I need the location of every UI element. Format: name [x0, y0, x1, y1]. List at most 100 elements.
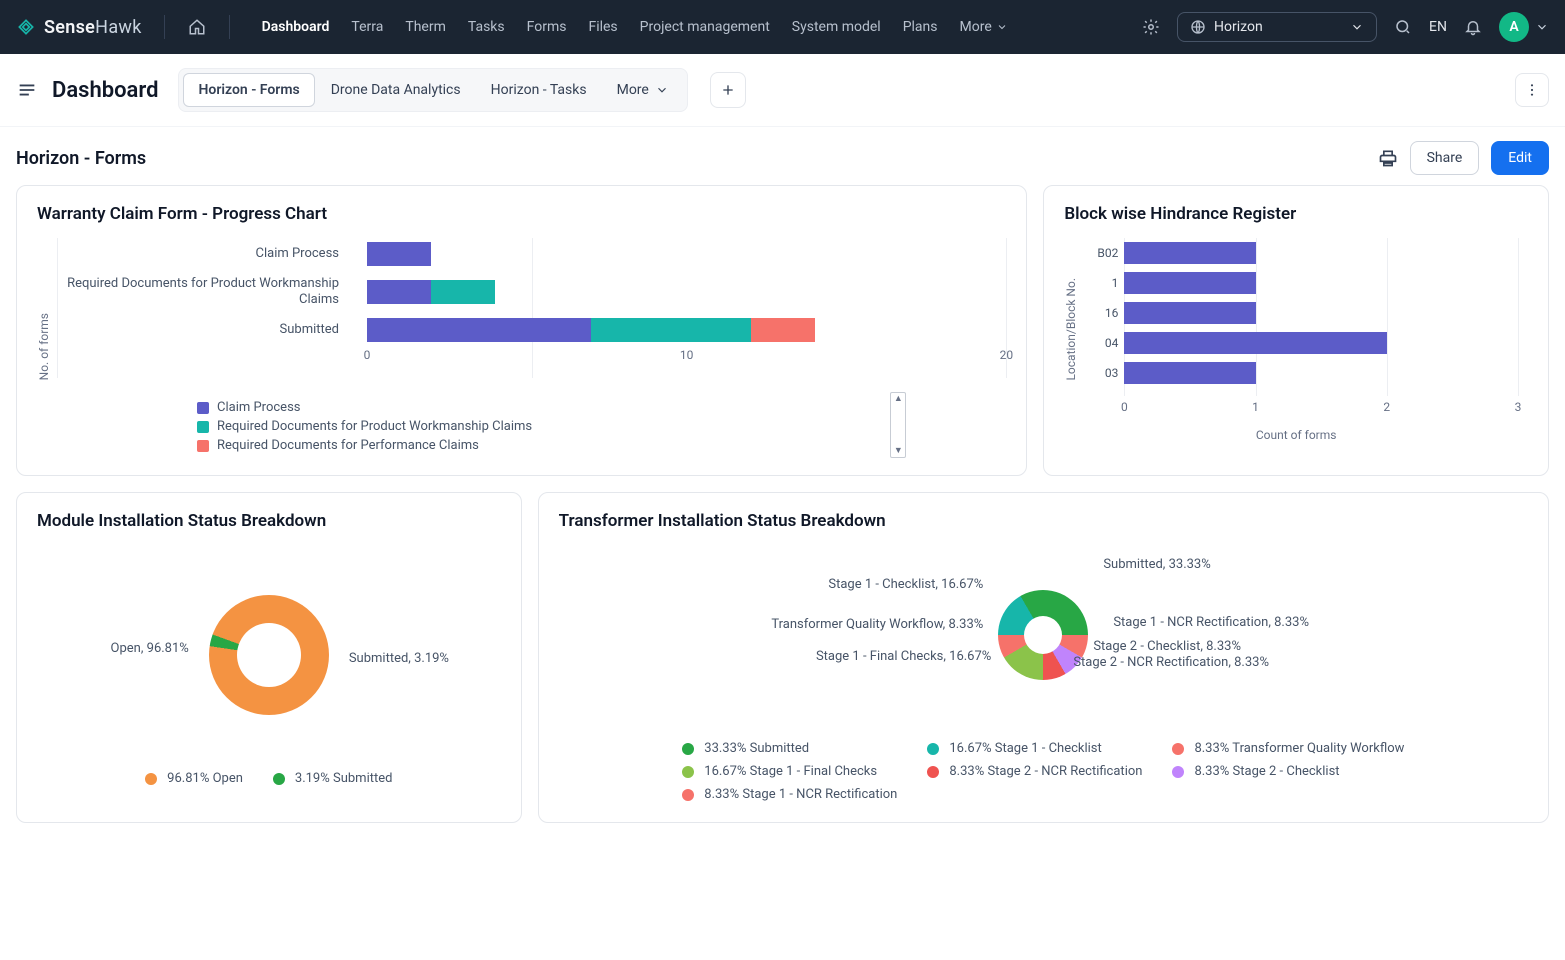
chart-bar-segment — [751, 318, 815, 342]
chart-bar — [1124, 242, 1255, 264]
plus-icon — [720, 82, 736, 98]
legend-swatch — [273, 773, 285, 785]
chart-bar — [1124, 362, 1255, 384]
nav-item-terra[interactable]: Terra — [351, 19, 383, 35]
chart-annotation: Stage 1 - Checklist, 16.67% — [828, 577, 983, 592]
edit-button[interactable]: Edit — [1491, 141, 1549, 175]
chart-category-label: B02 — [1090, 242, 1118, 264]
chart-category-label: 16 — [1090, 302, 1118, 324]
chart-block: Location/Block No. B021160403 0123 Count… — [1064, 238, 1528, 448]
chart-x-tick: 2 — [1383, 400, 1390, 414]
chart-annotation: Stage 1 - Final Checks, 16.67% — [816, 649, 991, 664]
search-icon[interactable] — [1393, 17, 1413, 37]
chart-category-label: 1 — [1090, 272, 1118, 294]
legend-item: Required Documents for Product Workmansh… — [197, 417, 1006, 436]
chart-module: Submitted, 3.19% Open, 96.81% — [37, 545, 501, 765]
divider — [229, 15, 230, 39]
legend-item: Required Documents for Performance Claim… — [197, 436, 1006, 455]
more-options-button[interactable] — [1515, 73, 1549, 107]
chevron-down-icon — [996, 21, 1008, 33]
chart-bar-segment — [367, 242, 431, 266]
chart-legend: 96.81% Open 3.19% Submitted — [37, 771, 501, 786]
nav-item-project-management[interactable]: Project management — [640, 19, 770, 35]
language-label[interactable]: EN — [1429, 19, 1447, 35]
share-button[interactable]: Share — [1410, 141, 1480, 175]
chart-warranty: No. of forms Claim Process Required Docum… — [37, 238, 1006, 455]
chart-bar-segment — [591, 318, 751, 342]
chart-legend: 33.33% Submitted 16.67% Stage 1 - Checkli… — [682, 741, 1404, 802]
chart-x-tick: 3 — [1515, 400, 1522, 414]
chart-transformer: Submitted, 33.33% Stage 1 - Checklist, 1… — [559, 545, 1528, 725]
dashboard-heading: Horizon - Forms — [16, 148, 146, 169]
legend-item: 8.33% Stage 2 - Checklist — [1172, 764, 1404, 779]
nav-items: Dashboard Terra Therm Tasks Forms Files … — [262, 19, 1008, 35]
chart-annotation: Submitted, 33.33% — [1103, 557, 1210, 572]
top-nav: SenseHawk Dashboard Terra Therm Tasks Fo… — [0, 0, 1565, 54]
chevron-down-icon — [655, 83, 669, 97]
legend-item: 8.33% Transformer Quality Workflow — [1172, 741, 1404, 756]
chart-annotation-submitted: Submitted, 3.19% — [349, 651, 449, 666]
add-dashboard-button[interactable] — [710, 72, 746, 108]
chart-bar-segment — [367, 318, 591, 342]
legend-item: 8.33% Stage 1 - NCR Rectification — [682, 787, 897, 802]
legend-scrollbar[interactable]: ▲▼ — [890, 392, 906, 458]
brand[interactable]: SenseHawk — [16, 17, 142, 38]
chart-category-label: Required Documents for Product Workmansh… — [57, 276, 353, 307]
nav-item-therm[interactable]: Therm — [405, 19, 446, 35]
chart-x-axis-label: Count of forms — [1064, 428, 1528, 442]
chart-x-tick: 0 — [1121, 400, 1128, 414]
chart-annotation-open: Open, 96.81% — [111, 641, 189, 656]
notifications-icon[interactable] — [1463, 17, 1483, 37]
chart-annotation: Stage 2 - NCR Rectification, 8.33% — [1073, 655, 1269, 670]
scroll-up-icon[interactable]: ▲ — [894, 393, 903, 405]
donut-chart — [209, 595, 329, 715]
card-block-hindrance: Block wise Hindrance Register Location/B… — [1043, 185, 1549, 476]
card-row-1: Warranty Claim Form - Progress Chart No.… — [0, 185, 1565, 492]
menu-icon[interactable] — [16, 79, 38, 101]
card-row-2: Module Installation Status Breakdown Sub… — [0, 492, 1565, 847]
tab-more[interactable]: More — [603, 74, 683, 106]
scroll-down-icon[interactable]: ▼ — [894, 445, 903, 457]
asset-selector-label: Horizon — [1214, 19, 1263, 35]
nav-item-files[interactable]: Files — [588, 19, 617, 35]
settings-icon[interactable] — [1141, 17, 1161, 37]
legend-item: 16.67% Stage 1 - Checklist — [927, 741, 1142, 756]
page-title: Dashboard — [52, 78, 158, 103]
tab-horizon-forms[interactable]: Horizon - Forms — [183, 73, 314, 107]
legend-item: 33.33% Submitted — [682, 741, 897, 756]
kebab-icon — [1524, 82, 1540, 98]
legend-swatch — [145, 773, 157, 785]
nav-item-dashboard[interactable]: Dashboard — [262, 19, 330, 35]
nav-item-forms[interactable]: Forms — [527, 19, 567, 35]
nav-item-more[interactable]: More — [960, 19, 1008, 35]
chart-annotation: Transformer Quality Workflow, 8.33% — [771, 617, 983, 632]
sub-bar: Dashboard Horizon - Forms Drone Data Ana… — [0, 54, 1565, 127]
home-icon[interactable] — [187, 17, 207, 37]
dashboard-actions: Share Edit — [1378, 141, 1549, 175]
brand-logo-icon — [16, 17, 36, 37]
card-title: Block wise Hindrance Register — [1064, 204, 1528, 224]
chart-bar — [1124, 302, 1255, 324]
legend-item: 16.67% Stage 1 - Final Checks — [682, 764, 897, 779]
card-module-installation: Module Installation Status Breakdown Sub… — [16, 492, 522, 823]
asset-selector[interactable]: Horizon — [1177, 12, 1377, 42]
card-title: Transformer Installation Status Breakdow… — [559, 511, 1528, 531]
divider — [164, 15, 165, 39]
legend-item: 8.33% Stage 2 - NCR Rectification — [927, 764, 1142, 779]
chart-x-tick: 0 — [364, 348, 371, 362]
chart-annotation: Stage 1 - NCR Rectification, 8.33% — [1113, 615, 1309, 630]
chart-annotation: Stage 2 - Checklist, 8.33% — [1093, 639, 1241, 654]
card-transformer-installation: Transformer Installation Status Breakdow… — [538, 492, 1549, 823]
nav-item-system-model[interactable]: System model — [792, 19, 881, 35]
nav-item-tasks[interactable]: Tasks — [468, 19, 505, 35]
chart-bar-row: Claim Process — [57, 242, 1006, 266]
print-icon[interactable] — [1378, 148, 1398, 168]
account-menu[interactable]: A — [1499, 12, 1549, 42]
chart-y-axis-label: No. of forms — [37, 313, 51, 380]
chart-bar-row: Required Documents for Product Workmansh… — [57, 280, 1006, 304]
nav-item-plans[interactable]: Plans — [903, 19, 938, 35]
tab-drone-data-analytics[interactable]: Drone Data Analytics — [317, 74, 475, 106]
avatar: A — [1499, 12, 1529, 42]
tab-horizon-tasks[interactable]: Horizon - Tasks — [477, 74, 601, 106]
card-title: Module Installation Status Breakdown — [37, 511, 501, 531]
